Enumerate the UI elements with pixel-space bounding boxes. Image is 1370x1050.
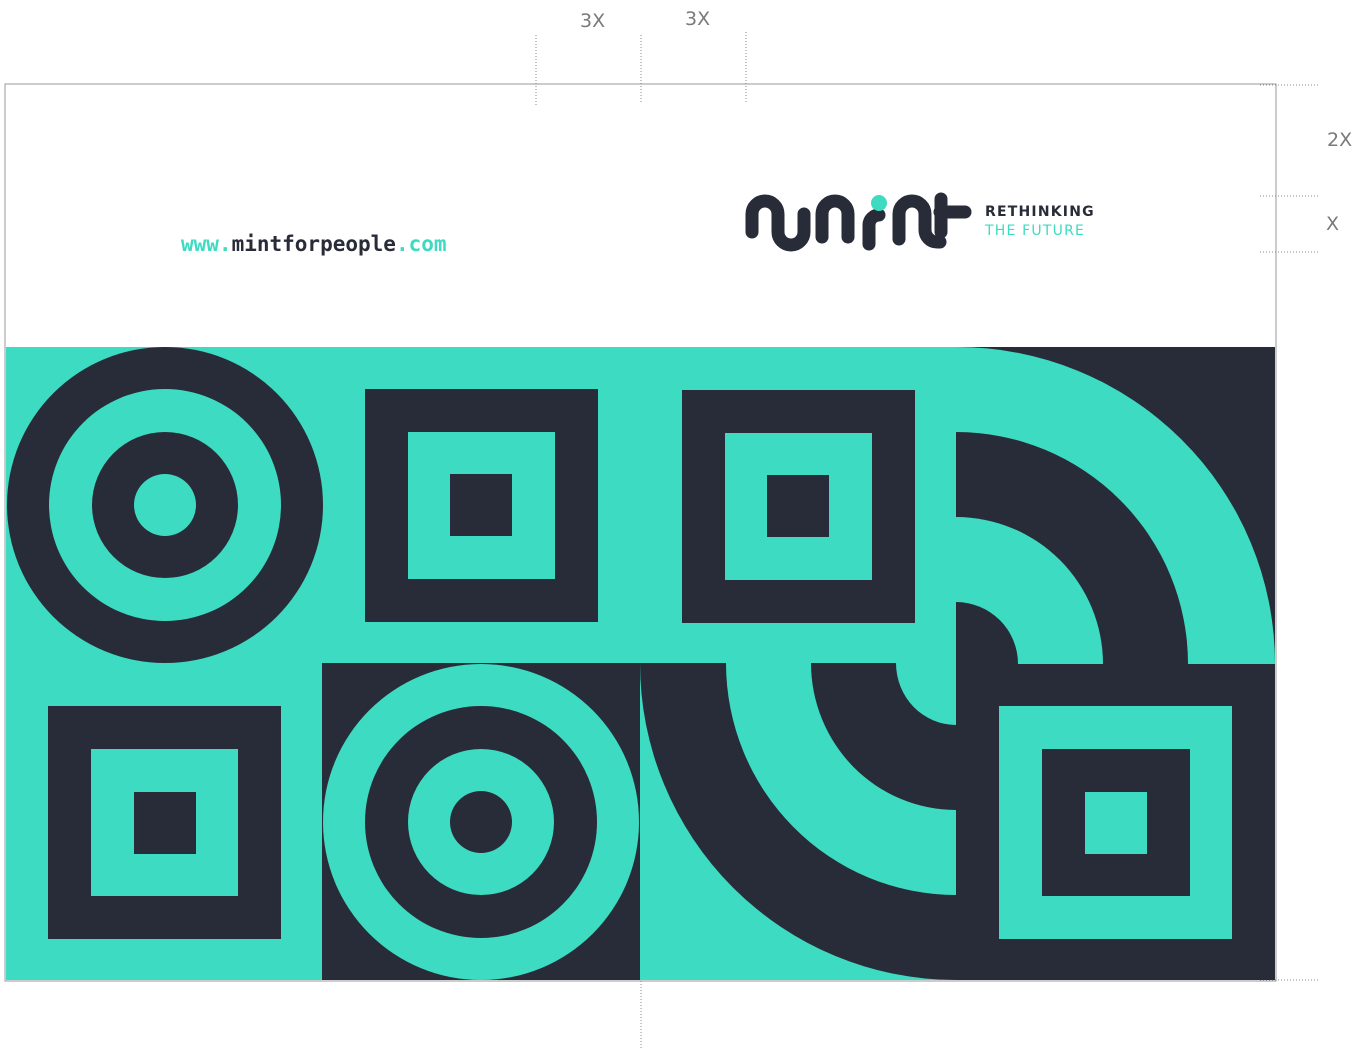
pattern-tile-squares-3 <box>48 706 281 939</box>
url-prefix: www. <box>181 232 232 256</box>
tagline-line-2: THE FUTURE <box>985 223 1086 239</box>
pattern-tile-squares-1 <box>365 389 598 622</box>
dimension-label-top-right: 3X <box>685 8 711 30</box>
pattern-area <box>6 346 1275 980</box>
website-url: www.mintforpeople.com <box>181 232 447 256</box>
pattern-tile-arcs-top <box>956 346 1275 664</box>
banner-artwork <box>4 32 1320 1050</box>
logo-dot <box>871 195 887 211</box>
pattern-tile-circles-mint <box>322 663 640 980</box>
pattern-tile-squares-4 <box>956 664 1275 980</box>
dimension-label-side-top: 2X <box>1327 129 1353 151</box>
url-dot: . <box>395 232 409 256</box>
pattern-tile-circles-dark <box>7 347 323 663</box>
url-domain: mintforpeople <box>231 232 396 256</box>
dimension-label-side-bottom: X <box>1326 213 1340 235</box>
dimension-label-top-left: 3X <box>580 10 606 32</box>
pattern-tile-squares-2 <box>682 390 915 623</box>
tagline-line-1: RETHINKING <box>985 204 1095 220</box>
url-tld: com <box>408 232 447 256</box>
